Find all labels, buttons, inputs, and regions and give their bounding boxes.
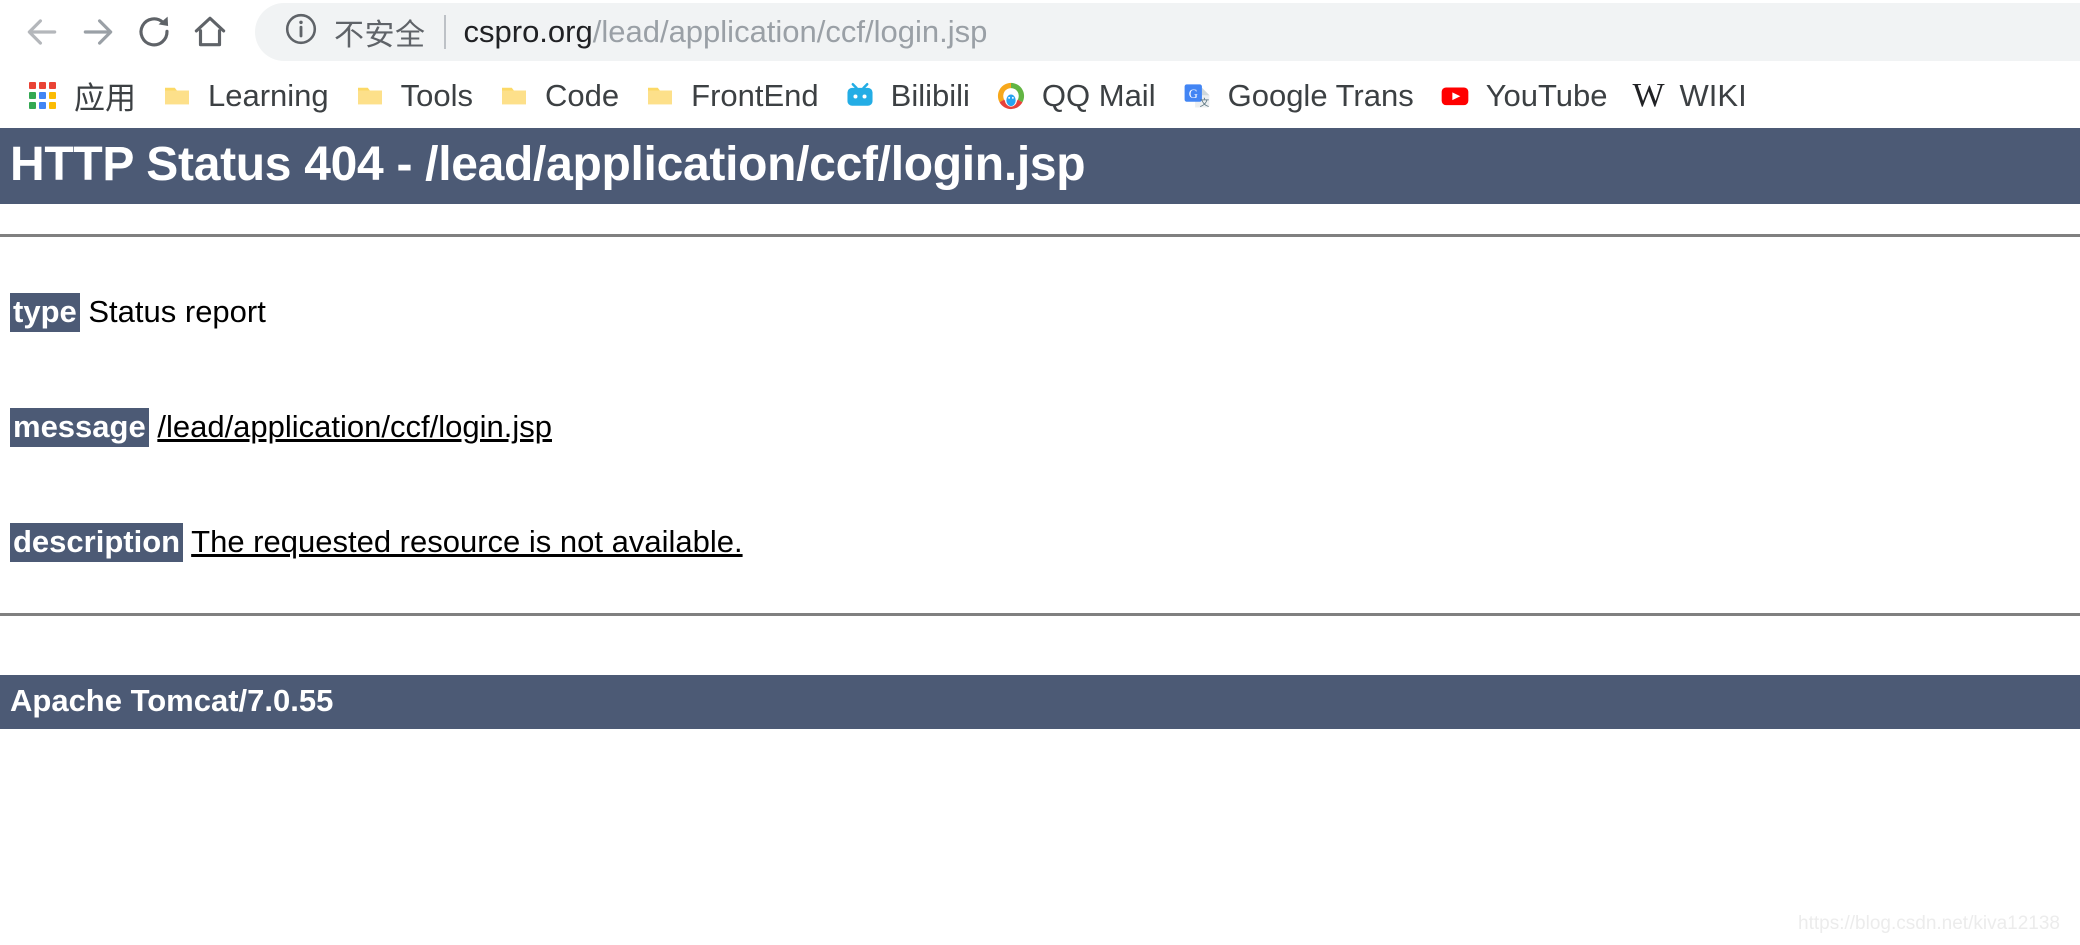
- bookmark-wiki[interactable]: W WIKI: [1624, 72, 1763, 120]
- bookmarks-bar: 应用 Learning Tools Code FrontEnd Bilibili…: [0, 63, 2080, 128]
- detail-row-message: message /lead/application/ccf/login.jsp: [10, 408, 2080, 447]
- detail-key: type: [10, 293, 80, 332]
- svg-text:文: 文: [1199, 96, 1209, 108]
- bookmark-label: FrontEnd: [691, 77, 819, 113]
- bookmark-bilibili[interactable]: Bilibili: [835, 72, 986, 120]
- error-detail-block: type Status report message /lead/applica…: [0, 293, 2080, 562]
- page-title: HTTP Status 404 - /lead/application/ccf/…: [0, 128, 2080, 204]
- bookmark-label: WIKI: [1679, 77, 1747, 113]
- arrow-left-icon: [23, 13, 61, 51]
- apps-grid-icon: [26, 79, 60, 113]
- detail-key: description: [10, 523, 184, 562]
- bookmark-label: Tools: [400, 77, 474, 113]
- qq-mail-icon: [994, 79, 1028, 113]
- reload-button[interactable]: [126, 4, 182, 60]
- browser-chrome: 不安全 cspro.org/lead/application/ccf/login…: [0, 0, 2080, 128]
- bookmark-label: Learning: [208, 77, 329, 113]
- url-path: /lead/application/ccf/login.jsp: [592, 13, 988, 49]
- detail-value: Status report: [88, 294, 266, 329]
- bookmark-youtube[interactable]: YouTube: [1430, 72, 1624, 120]
- address-bar[interactable]: 不安全 cspro.org/lead/application/ccf/login…: [255, 2, 2080, 61]
- youtube-play-icon: [1438, 79, 1472, 113]
- omnibox-divider: [443, 14, 446, 49]
- reload-icon: [135, 13, 173, 51]
- url-text[interactable]: cspro.org/lead/application/ccf/login.jsp: [464, 14, 988, 50]
- url-host: cspro.org: [463, 13, 593, 49]
- bookmark-label: 应用: [74, 81, 136, 116]
- home-icon: [191, 13, 229, 51]
- home-button[interactable]: [182, 4, 238, 60]
- info-circle-icon: [283, 11, 319, 52]
- forward-button[interactable]: [70, 4, 126, 60]
- bookmark-label: YouTube: [1485, 77, 1608, 113]
- folder-icon: [353, 79, 387, 113]
- tomcat-error-page: HTTP Status 404 - /lead/application/ccf/…: [0, 128, 2080, 945]
- watermark-text: https://blog.csdn.net/kiva12138: [1798, 913, 2060, 934]
- back-button[interactable]: [14, 4, 70, 60]
- bookmark-qq-mail[interactable]: QQ Mail: [986, 72, 1172, 120]
- detail-key: message: [10, 408, 149, 447]
- folder-icon: [160, 79, 194, 113]
- browser-toolbar: 不安全 cspro.org/lead/application/ccf/login…: [0, 0, 2080, 63]
- google-translate-icon: G 文: [1180, 79, 1214, 113]
- bookmark-frontend[interactable]: FrontEnd: [635, 72, 835, 120]
- bookmark-code[interactable]: Code: [489, 72, 635, 120]
- security-chip[interactable]: 不安全: [283, 10, 426, 54]
- bookmark-learning[interactable]: Learning: [152, 72, 345, 120]
- arrow-right-icon: [79, 13, 117, 51]
- bilibili-tv-icon: [843, 79, 877, 113]
- detail-value: The requested resource is not available.: [191, 524, 743, 559]
- detail-row-description: description The requested resource is no…: [10, 523, 2080, 562]
- bookmark-label: Bilibili: [890, 77, 970, 113]
- wikipedia-w-icon: W: [1632, 76, 1665, 114]
- svg-text:G: G: [1188, 86, 1197, 100]
- bookmark-apps[interactable]: 应用: [18, 67, 152, 124]
- bookmark-google-translate[interactable]: G 文 Google Trans: [1172, 72, 1430, 120]
- bookmark-tools[interactable]: Tools: [345, 72, 489, 120]
- bookmark-label: Google Trans: [1227, 77, 1414, 113]
- bookmark-label: QQ Mail: [1041, 77, 1156, 113]
- security-status-text: 不安全: [334, 17, 426, 53]
- server-version-banner: Apache Tomcat/7.0.55: [0, 675, 2080, 729]
- folder-icon: [497, 79, 531, 113]
- detail-row-type: type Status report: [10, 293, 2080, 332]
- bookmark-label: Code: [545, 77, 620, 113]
- folder-icon: [643, 79, 677, 113]
- detail-value: /lead/application/ccf/login.jsp: [157, 409, 552, 444]
